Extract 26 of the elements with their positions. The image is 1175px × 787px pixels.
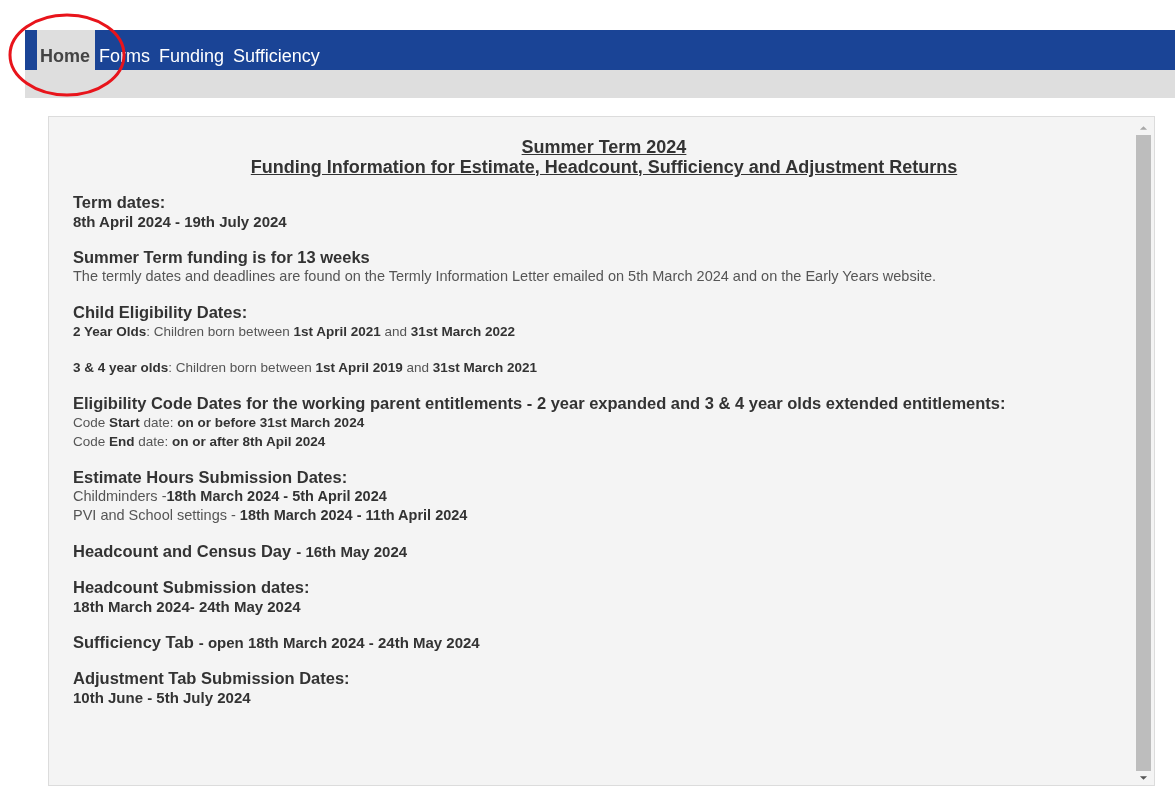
heading-date: - open 18th March 2024 - 24th May 2024 [198,634,480,651]
info-text: PVI and School settings - 18th March 2024 - 11th April 2024 [73,507,468,523]
section-heading: Term dates: [73,193,166,211]
info-text: Code End date: on or after 8th Apil 2024 [73,434,326,449]
page-title: Summer Term 2024 [520,137,688,157]
nav-tab[interactable]: Home [37,30,95,70]
info-text: 3 & 4 year olds: Children born between 1st April 2019 and 31st March 2021 [73,360,538,375]
section-heading: Eligibility Code Dates for the working parent entitlements - 2 year expanded and 3 & 4 year olds extended entitlements: [73,394,1006,412]
section-heading: Sufficiency Tab [73,633,194,651]
heading-date: - 16th May 2024 [296,543,408,560]
info-text: Code Start date: on or before 31st March 2024 [73,415,365,430]
section-heading: Headcount Submission dates: [73,578,310,596]
section-heading: Headcount and Census Day [73,542,292,560]
section-heading: Summer Term funding is for 13 weeks [73,248,370,266]
info-text: 2 Year Olds: Children born between 1st April 2021 and 31st March 2022 [73,324,516,339]
info-text: 18th March 2024- 24th May 2024 [73,598,301,615]
info-text: The termly dates and deadlines are found on the Termly Information Letter emailed on 5th March 2024 and on the Early Years website. [73,268,936,284]
nav-tab[interactable]: Sufficiency [229,30,325,70]
page-title: Funding Information for Estimate, Headcount, Sufficiency and Adjustment Returns [249,157,959,177]
section-heading: Adjustment Tab Submission Dates: [73,669,350,687]
nav-tab[interactable]: Funding [155,30,230,70]
info-text: 10th June - 5th July 2024 [73,689,251,706]
info-text: 8th April 2024 - 19th July 2024 [73,213,287,230]
info-text: Childminders -18th March 2024 - 5th April 2024 [73,488,387,504]
section-heading: Child Eligibility Dates: [73,303,248,321]
section-heading: Estimate Hours Submission Dates: [73,468,348,486]
